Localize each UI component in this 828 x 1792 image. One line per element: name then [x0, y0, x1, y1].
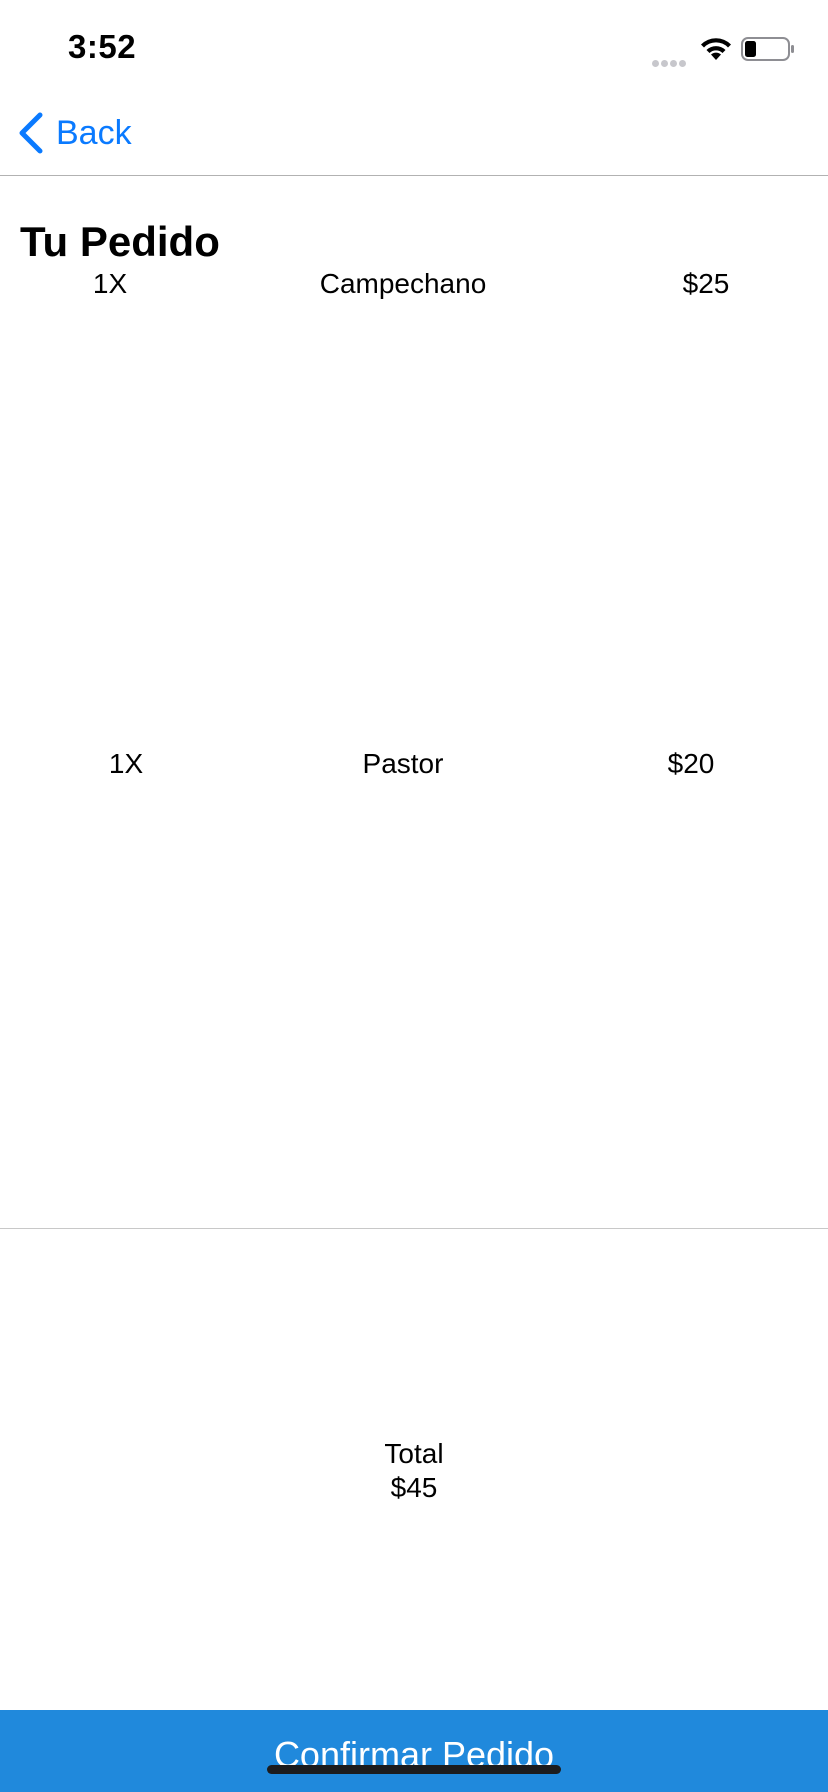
list-divider — [0, 1228, 828, 1229]
order-total: Total $45 — [0, 1437, 828, 1505]
chevron-left-icon — [19, 112, 43, 154]
total-value: $45 — [390, 1472, 438, 1503]
item-quantity: 1X — [108, 748, 144, 779]
status-bar: 3:52 — [0, 0, 828, 96]
navigation-bar: Back — [0, 96, 828, 176]
item-price: $20 — [667, 748, 715, 779]
order-screen: 3:52 Back Tu Pedido 1X Campechano $25 1X… — [0, 0, 828, 1792]
item-name: Pastor — [362, 748, 444, 779]
confirm-order-button[interactable]: Confirmar Pedido — [0, 1710, 828, 1792]
wifi-icon — [701, 38, 731, 60]
back-button[interactable]: Back — [16, 108, 132, 158]
status-time: 3:52 — [68, 28, 137, 65]
order-item-row: 1X Pastor $20 — [0, 748, 828, 788]
page-title: Tu Pedido — [20, 218, 220, 265]
back-label: Back — [56, 113, 132, 152]
home-indicator — [267, 1765, 561, 1774]
signal-dots-icon — [652, 54, 690, 67]
item-price: $25 — [682, 268, 730, 299]
order-item-row: 1X Campechano $25 — [0, 268, 828, 308]
item-name: Campechano — [319, 268, 487, 299]
item-quantity: 1X — [92, 268, 128, 299]
total-label: Total — [384, 1438, 444, 1469]
battery-icon — [741, 37, 794, 61]
